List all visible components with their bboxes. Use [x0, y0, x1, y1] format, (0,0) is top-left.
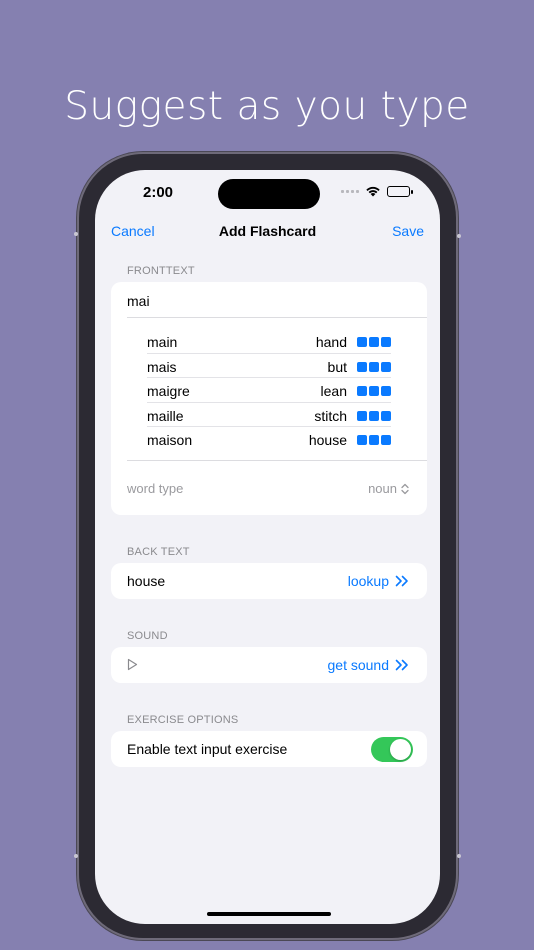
suggestion-translation: but [327, 359, 347, 375]
navigation-bar: Cancel Add Flashcard Save [95, 223, 440, 243]
exercise-options-section-label: EXERCISE OPTIONS [127, 714, 239, 726]
suggestion-word: mais [147, 359, 177, 375]
frequency-indicator-icon [357, 362, 391, 372]
suggestion-word: main [147, 334, 178, 350]
frequency-indicator-icon [357, 386, 391, 396]
page-title: Add Flashcard [218, 223, 317, 239]
home-indicator[interactable] [207, 912, 331, 916]
save-button[interactable]: Save [392, 223, 424, 239]
exercise-options-card: Enable text input exercise [111, 731, 427, 767]
status-time: 2:00 [143, 184, 174, 201]
suggestion-translation: stitch [314, 408, 347, 424]
headline: Suggest as you type [64, 84, 470, 129]
suggestion-word: maison [147, 432, 193, 448]
word-type-picker[interactable]: noun [368, 481, 409, 496]
get-sound-label: get sound [327, 657, 390, 673]
suggestion-row[interactable]: maille stitch [147, 402, 391, 427]
suggestion-translation: lean [320, 383, 347, 399]
lookup-label: lookup [347, 573, 389, 589]
status-icons [341, 185, 413, 197]
divider [127, 317, 427, 318]
cellular-signal-icon [341, 189, 359, 193]
suggestion-row[interactable]: maison house [147, 426, 391, 451]
fronttext-input[interactable]: mai [127, 293, 150, 309]
fronttext-card: mai main hand mais but maigre lean maill… [111, 282, 427, 515]
divider [127, 460, 427, 461]
side-button [74, 232, 78, 236]
suggestion-row[interactable]: maigre lean [147, 377, 391, 402]
suggestion-translation: house [308, 432, 347, 448]
sound-card: get sound [111, 647, 427, 683]
battery-icon [387, 185, 413, 197]
double-chevron-right-icon [395, 575, 408, 587]
suggestion-translation: hand [315, 334, 347, 350]
text-input-exercise-label: Enable text input exercise [127, 741, 288, 757]
frequency-indicator-icon [357, 337, 391, 347]
chevron-up-down-icon [401, 483, 409, 494]
play-icon[interactable] [127, 658, 138, 671]
side-button [74, 854, 78, 858]
word-type-value: noun [368, 481, 397, 496]
text-input-exercise-toggle[interactable] [371, 737, 413, 762]
sound-section-label: SOUND [127, 630, 168, 642]
phone-frame: 2:00 Cancel Add Flashcard Save FRONTTEXT… [74, 152, 461, 940]
lookup-button[interactable]: lookup [348, 573, 409, 589]
back-text-section-label: BACK TEXT [127, 546, 190, 558]
fronttext-section-label: FRONTTEXT [127, 265, 195, 277]
frequency-indicator-icon [357, 411, 391, 421]
dynamic-island [218, 179, 320, 209]
word-type-label: word type [127, 481, 184, 496]
wifi-icon [366, 186, 380, 197]
suggestion-word: maille [147, 408, 184, 424]
toggle-knob [390, 739, 411, 760]
suggestion-row[interactable]: mais but [147, 353, 391, 378]
frequency-indicator-icon [357, 435, 391, 445]
back-text-input[interactable]: house [127, 573, 165, 589]
get-sound-button[interactable]: get sound [328, 657, 410, 673]
suggestion-word: maigre [147, 383, 190, 399]
back-text-card: house lookup [111, 563, 427, 599]
screen: 2:00 Cancel Add Flashcard Save FRONTTEXT… [95, 170, 440, 924]
double-chevron-right-icon [395, 659, 408, 671]
side-button [457, 854, 461, 858]
suggestion-row[interactable]: main hand [147, 328, 391, 353]
side-button [457, 234, 461, 238]
